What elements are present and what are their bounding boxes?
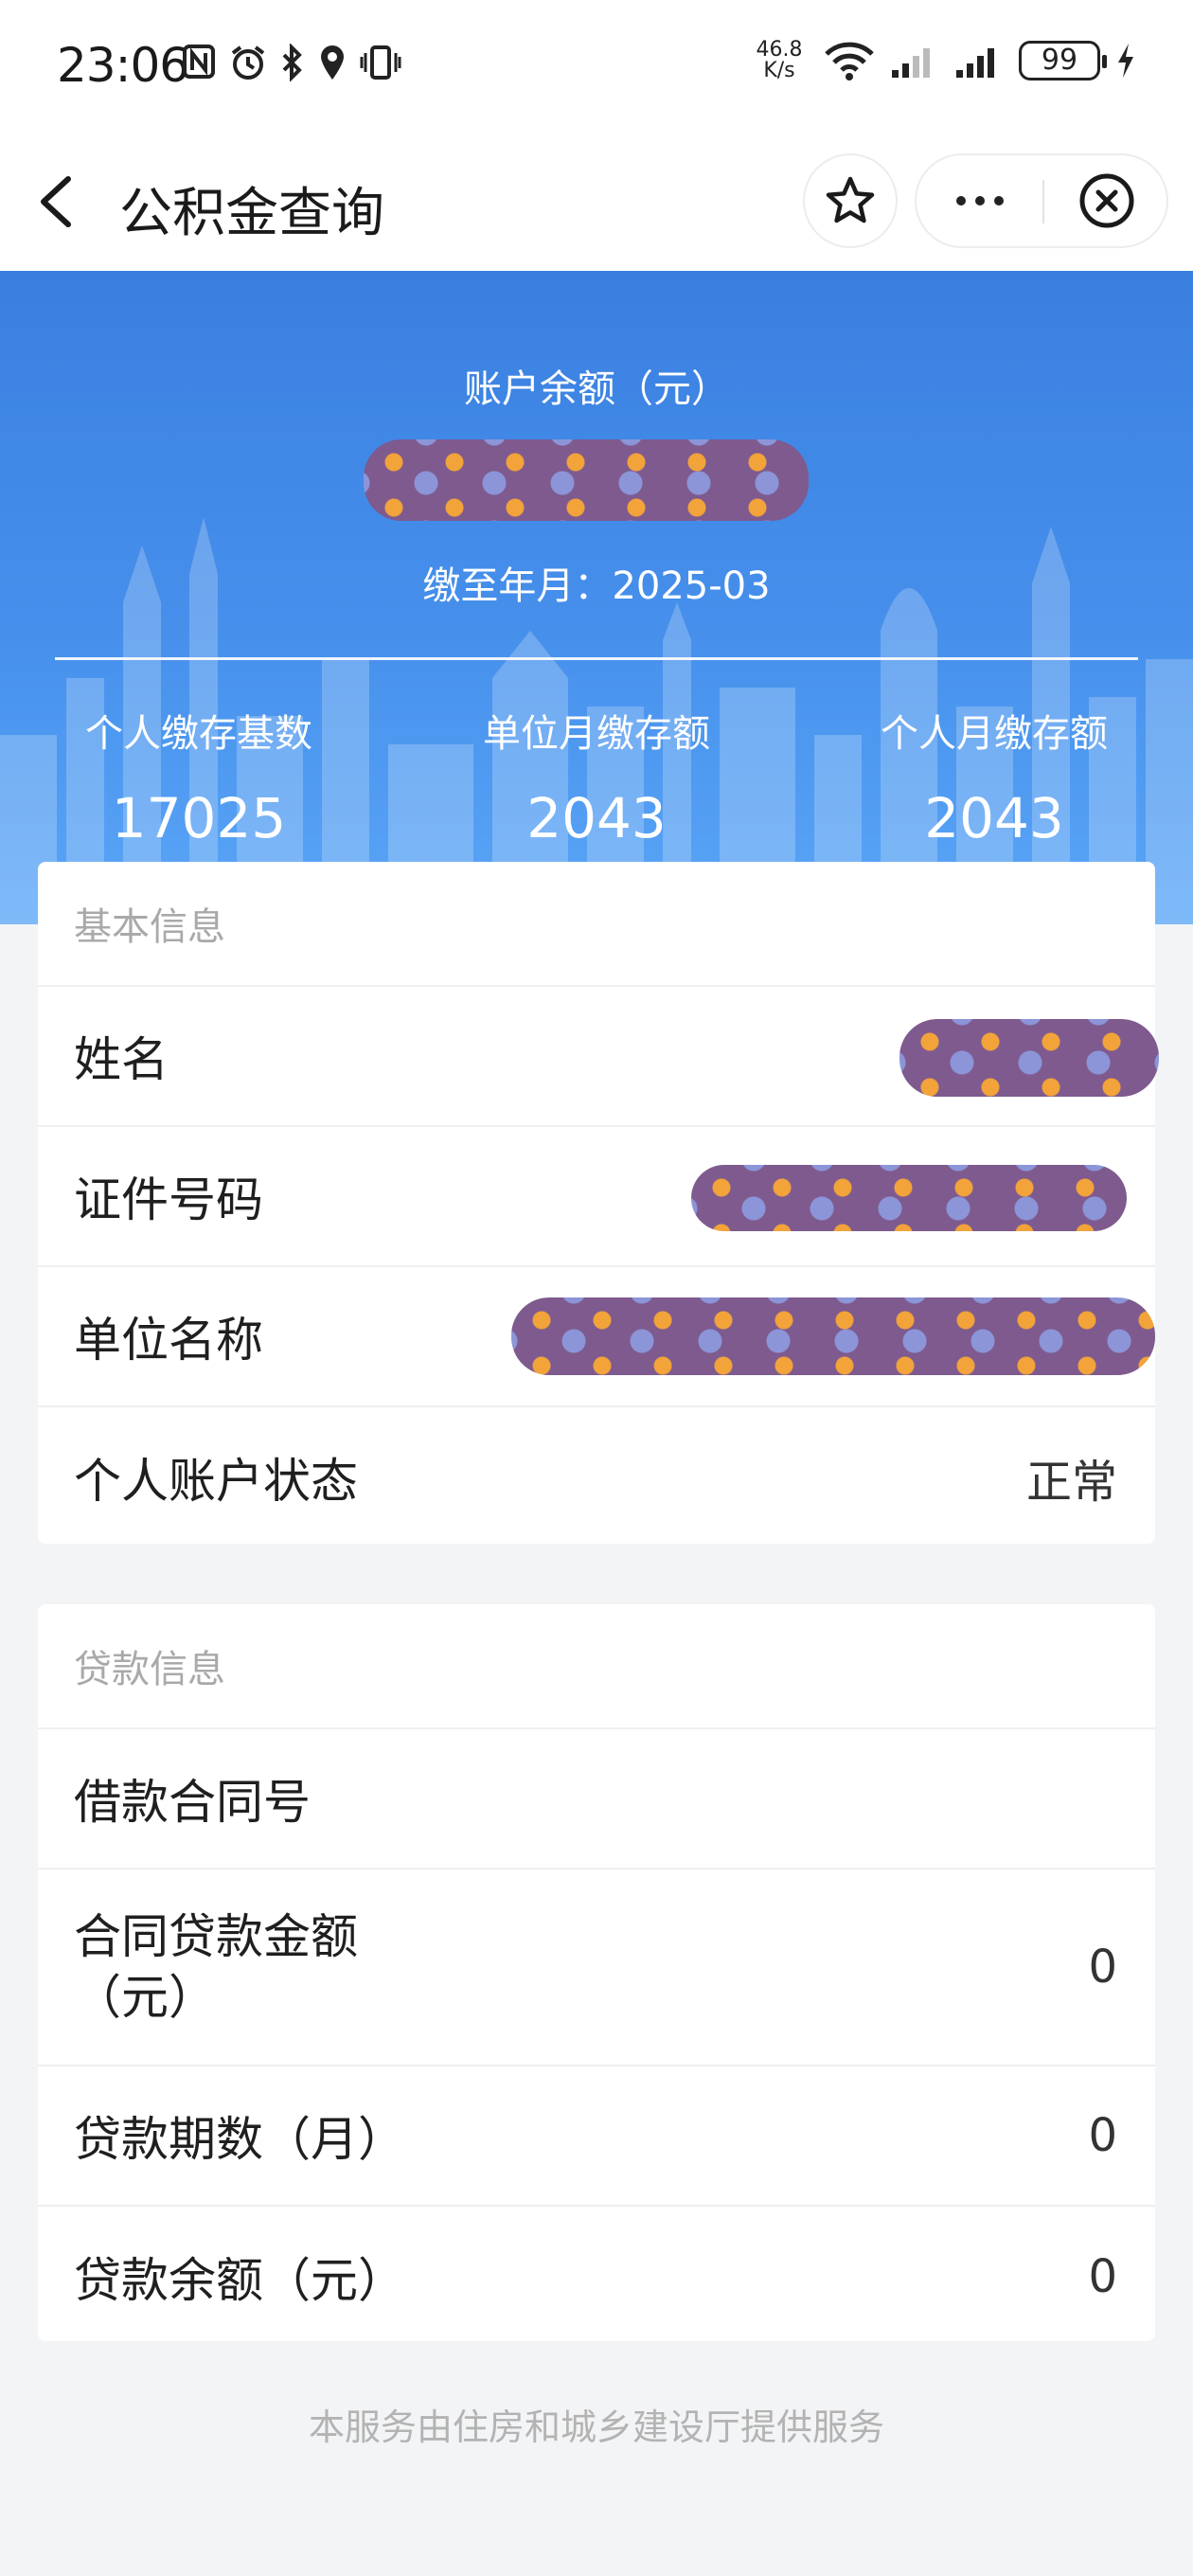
- status-bar: 23:06 46.8 K/s 99: [0, 0, 1193, 133]
- more-icon: [955, 196, 966, 206]
- row-label: 个人账户状态: [74, 1454, 358, 1509]
- net-speed-value: 46.8: [756, 38, 803, 62]
- row-value: 0: [1088, 2109, 1117, 2162]
- stat-value: 2043: [526, 786, 667, 850]
- row-label: 单位名称: [74, 1313, 263, 1368]
- miniapp-capsule: [915, 153, 1168, 248]
- row-label: 借款合同号: [74, 1775, 311, 1830]
- account-status-value: 正常: [1025, 1456, 1117, 1509]
- net-speed: 46.8 K/s: [750, 40, 809, 81]
- star-icon: [826, 176, 875, 224]
- stat-label: 个人缴存基数: [85, 712, 312, 756]
- section-title: 贷款信息: [38, 1604, 1155, 1729]
- info-row-account-status: 个人账户状态 正常: [38, 1407, 1155, 1547]
- loan-row-contract-number: 借款合同号: [38, 1729, 1155, 1869]
- signal-icon: [892, 48, 930, 78]
- info-row-name: 姓名: [38, 987, 1159, 1127]
- basic-info-card: 基本信息 姓名 证件号码 单位名称 个人账户状态 正常: [38, 862, 1159, 1547]
- location-icon: [321, 45, 344, 80]
- back-button[interactable]: [28, 164, 95, 240]
- status-time: 23:06: [57, 38, 189, 93]
- loan-info-card: 贷款信息 借款合同号 合同贷款金额（元） 0 贷款期数（月） 0 贷款余额（元）…: [38, 1604, 1155, 2341]
- status-right-icons: 46.8 K/s 99: [750, 40, 1136, 81]
- nfc-icon: [183, 45, 215, 79]
- status-left-icons: [182, 44, 401, 81]
- favorite-button[interactable]: [803, 153, 898, 248]
- close-icon: [1079, 173, 1133, 228]
- row-value: 0: [1088, 1941, 1117, 1994]
- balance-label: 账户余额（元）: [464, 367, 729, 411]
- employer-value-redacted: [511, 1297, 1155, 1375]
- id-number-value-redacted: [691, 1165, 1127, 1231]
- loan-row-balance: 贷款余额（元） 0: [38, 2207, 1155, 2347]
- title-bar: 公积金查询: [0, 133, 1193, 271]
- wifi-icon: [825, 42, 874, 80]
- info-row-employer: 单位名称: [38, 1267, 1155, 1407]
- row-label: 贷款期数（月）: [74, 2112, 405, 2167]
- charging-icon: [1118, 44, 1133, 78]
- info-row-id-number: 证件号码: [38, 1127, 1155, 1267]
- stat-personal-monthly: 个人月缴存额 2043: [795, 703, 1193, 850]
- bluetooth-icon: [282, 44, 302, 81]
- stat-label: 个人月缴存额: [881, 712, 1108, 756]
- section-title: 基本信息: [38, 862, 1155, 987]
- stat-label: 单位月缴存额: [483, 712, 710, 756]
- paid-until: 缴至年月：2025-03: [422, 564, 771, 608]
- balance-value-redacted: [364, 439, 809, 521]
- page-title: 公积金查询: [119, 183, 384, 244]
- loan-row-term: 贷款期数（月） 0: [38, 2066, 1155, 2207]
- stat-employer-monthly: 单位月缴存额 2043: [398, 703, 795, 850]
- more-button[interactable]: [917, 155, 1042, 246]
- service-provider-footer: 本服务由住房和城乡建设厅提供服务: [308, 2406, 884, 2448]
- row-label: 合同贷款金额（元）: [74, 1909, 358, 2025]
- net-speed-unit: K/s: [763, 59, 795, 82]
- loan-row-contract-amount: 合同贷款金额（元） 0: [38, 1869, 1155, 2066]
- close-button[interactable]: [1044, 155, 1168, 246]
- vibrate-icon: [360, 45, 401, 80]
- row-label: 姓名: [74, 1032, 169, 1087]
- row-label: 贷款余额（元）: [74, 2253, 405, 2308]
- summary-divider: [55, 657, 1138, 660]
- stat-deposit-base: 个人缴存基数 17025: [0, 703, 398, 850]
- signal-icon: [956, 48, 994, 78]
- stat-value: 2043: [924, 786, 1064, 850]
- row-value: 0: [1088, 2250, 1117, 2303]
- stat-value: 17025: [111, 786, 287, 850]
- account-summary-banner: 账户余额（元） 缴至年月：2025-03 个人缴存基数 17025 单位月缴存额…: [0, 271, 1193, 924]
- more-icon-dot: [974, 196, 985, 206]
- more-icon-dot: [993, 196, 1004, 206]
- battery-indicator: 99: [1019, 41, 1107, 80]
- alarm-icon: [231, 45, 265, 80]
- row-label: 证件号码: [74, 1172, 263, 1227]
- name-value-redacted: [899, 1019, 1159, 1097]
- back-icon: [41, 176, 71, 227]
